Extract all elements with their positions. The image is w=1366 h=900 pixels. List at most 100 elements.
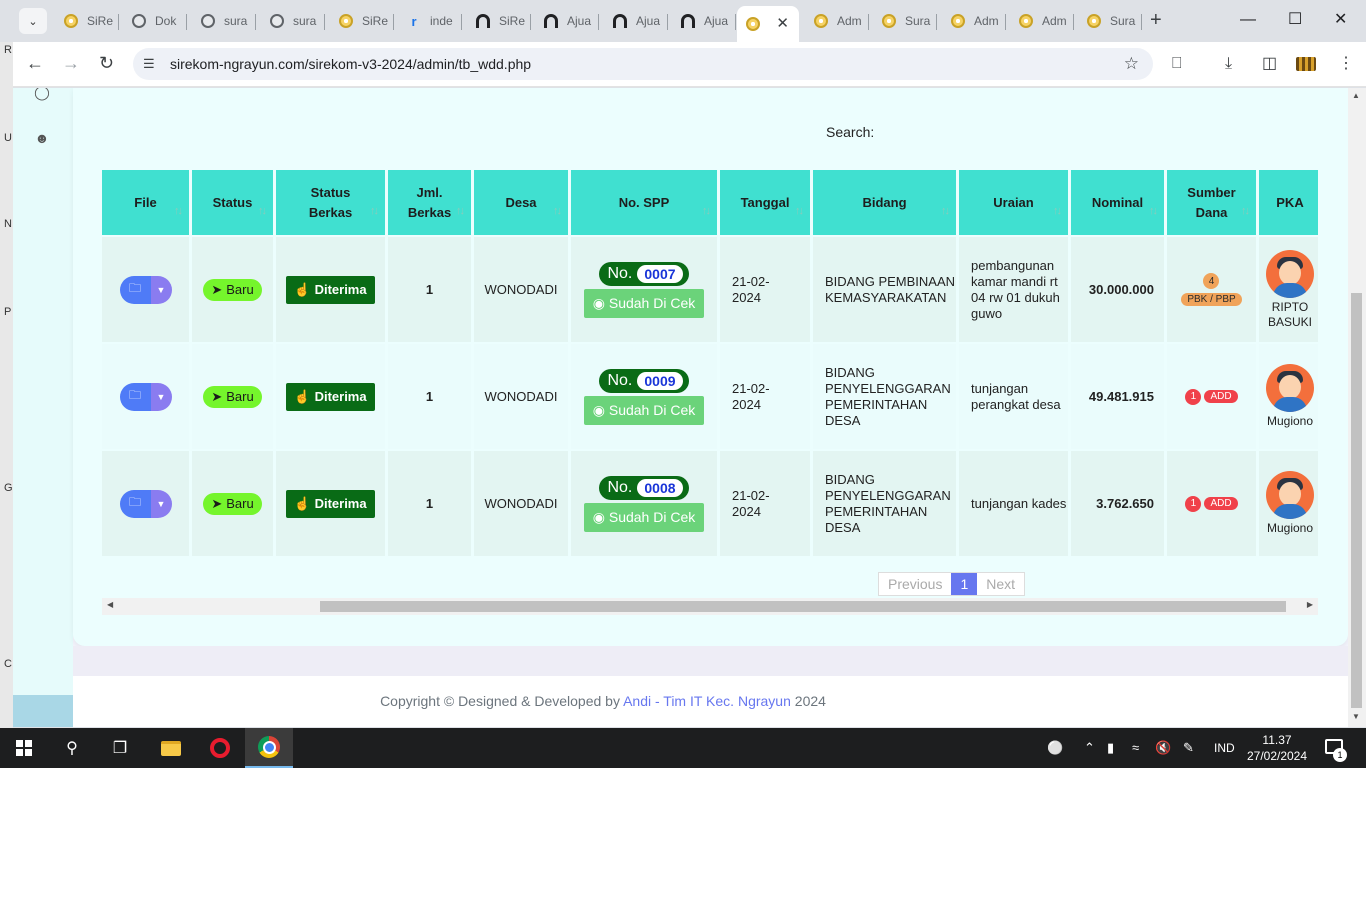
developer-link[interactable]: Andi - Tim IT Kec. Ngrayun	[623, 693, 791, 709]
sort-arrows-icon[interactable]: ↑↓	[795, 201, 804, 221]
spp-number-badge[interactable]: No. 0008	[599, 475, 689, 500]
sort-arrows-icon[interactable]: ↑↓	[1241, 201, 1250, 221]
file-action-button[interactable]: 🗀 ▼	[119, 275, 172, 304]
menu-kebab-icon[interactable]: ⋮	[1338, 54, 1354, 74]
status-berkas-button[interactable]: ☝ Diterima	[286, 275, 375, 304]
column-header[interactable]: Bidang ↑↓	[813, 170, 956, 235]
column-header[interactable]: Nominal ↑↓	[1071, 170, 1164, 235]
column-header[interactable]: PKA	[1259, 170, 1318, 235]
browser-tab[interactable]: r inde	[398, 6, 462, 36]
side-panel-icon[interactable]: ◫	[1262, 54, 1277, 74]
column-header[interactable]: No. SPP ↑↓	[571, 170, 717, 235]
column-header[interactable]: Jml. Berkas ↑↓	[388, 170, 471, 235]
pagination-page-1[interactable]: 1	[951, 573, 978, 595]
browser-tab[interactable]: SiRe	[330, 6, 394, 36]
sort-arrows-icon[interactable]: ↑↓	[702, 201, 711, 221]
browser-tab[interactable]: Adm	[805, 6, 869, 36]
scroll-up-arrow-icon[interactable]: ▲	[1352, 91, 1360, 100]
pagination-next[interactable]: Next	[977, 573, 1024, 595]
spp-check-button[interactable]: ◉ Sudah Di Cek	[583, 288, 705, 318]
opera-browser-icon[interactable]	[196, 728, 244, 768]
browser-tab[interactable]: Sura	[873, 6, 937, 36]
extensions-icon[interactable]: ⎕	[1172, 54, 1182, 74]
column-header[interactable]: Uraian ↑↓	[959, 170, 1068, 235]
browser-tab[interactable]: Ajua	[535, 6, 599, 36]
column-header[interactable]: Desa ↑↓	[474, 170, 568, 235]
sort-arrows-icon[interactable]: ↑↓	[174, 201, 183, 221]
vertical-scroll-thumb[interactable]	[1351, 293, 1362, 708]
browser-tab[interactable]: sura	[261, 6, 325, 36]
sort-arrows-icon[interactable]: ↑↓	[1053, 201, 1062, 221]
sort-arrows-icon[interactable]: ↑↓	[258, 201, 267, 221]
browser-tab-active[interactable]: ✕	[737, 6, 799, 42]
browser-tab[interactable]: Dok	[123, 6, 187, 36]
browser-tab[interactable]: sura	[192, 6, 256, 36]
vertical-scrollbar[interactable]: ▲ ▼	[1348, 88, 1366, 727]
browser-tab[interactable]: SiRe	[55, 6, 119, 36]
spp-check-button[interactable]: ◉ Sudah Di Cek	[583, 502, 705, 532]
minimize-button[interactable]: —	[1240, 10, 1256, 30]
browser-tab[interactable]: Sura	[1078, 6, 1142, 36]
start-button[interactable]	[0, 728, 48, 768]
sort-arrows-icon[interactable]: ↑↓	[941, 201, 950, 221]
column-header[interactable]: File ↑↓	[102, 170, 189, 235]
task-view-icon[interactable]: ❐	[96, 728, 144, 768]
people-icon[interactable]: ⚪	[1047, 740, 1063, 756]
caret-down-icon[interactable]: ▼	[151, 499, 172, 509]
scroll-left-arrow-icon[interactable]: ◀	[107, 600, 113, 609]
search-icon[interactable]: ⚲	[48, 728, 96, 768]
language-indicator[interactable]: IND	[1214, 740, 1235, 756]
pen-icon[interactable]: ✎	[1183, 740, 1194, 756]
column-header[interactable]: Status ↑↓	[192, 170, 273, 235]
column-header[interactable]: Sumber Dana ↑↓	[1167, 170, 1256, 235]
download-icon[interactable]: ⤓	[1225, 54, 1232, 74]
horizontal-scrollbar[interactable]: ◀ ▶	[102, 598, 1318, 615]
close-tab-icon[interactable]: ✕	[776, 14, 789, 32]
spp-number-badge[interactable]: No. 0007	[599, 261, 689, 286]
scroll-down-arrow-icon[interactable]: ▼	[1352, 712, 1360, 721]
reload-button[interactable]: ↻	[99, 52, 114, 74]
site-info-icon[interactable]: ☰	[143, 56, 155, 72]
column-header[interactable]: Tanggal ↑↓	[720, 170, 810, 235]
browser-tab[interactable]: Adm	[942, 6, 1006, 36]
close-window-button[interactable]: ✕	[1334, 10, 1347, 30]
spp-number-badge[interactable]: No. 0009	[599, 368, 689, 393]
spp-check-button[interactable]: ◉ Sudah Di Cek	[583, 395, 705, 425]
address-bar[interactable]: ☰ sirekom-ngrayun.com/sirekom-v3-2024/ad…	[133, 48, 1153, 80]
browser-tab[interactable]: Ajua	[604, 6, 668, 36]
system-clock[interactable]: 11.37 27/02/2024	[1242, 732, 1312, 764]
status-berkas-button[interactable]: ☝ Diterima	[286, 489, 375, 518]
file-action-button[interactable]: 🗀 ▼	[119, 382, 172, 411]
file-action-button[interactable]: 🗀 ▼	[119, 489, 172, 518]
scroll-right-arrow-icon[interactable]: ▶	[1307, 600, 1313, 609]
back-button[interactable]: ←	[26, 52, 44, 74]
status-berkas-button[interactable]: ☝ Diterima	[286, 382, 375, 411]
browser-tab[interactable]: Adm	[1010, 6, 1074, 36]
pagination-previous[interactable]: Previous	[879, 573, 951, 595]
sort-arrows-icon[interactable]: ↑↓	[553, 201, 562, 221]
caret-down-icon[interactable]: ▼	[151, 392, 172, 402]
profile-avatar-icon[interactable]	[1296, 57, 1316, 71]
horizontal-scroll-thumb[interactable]	[320, 601, 1286, 612]
chrome-browser-icon[interactable]	[245, 728, 293, 768]
file-explorer-icon[interactable]	[147, 728, 195, 768]
user-icon[interactable]: ☻	[32, 128, 52, 148]
battery-icon[interactable]: ▮	[1107, 740, 1114, 756]
sort-arrows-icon[interactable]: ↑↓	[456, 201, 465, 221]
browser-tab[interactable]: SiRe	[467, 6, 531, 36]
forward-button[interactable]: →	[62, 52, 80, 74]
browser-tab[interactable]: Ajua	[672, 6, 736, 36]
bookmark-star-icon[interactable]: ☆	[1124, 54, 1139, 74]
sort-arrows-icon[interactable]: ↑↓	[370, 201, 379, 221]
column-header[interactable]: Status Berkas ↑↓	[276, 170, 385, 235]
wifi-icon[interactable]: ≈	[1132, 740, 1139, 756]
new-tab-button[interactable]: +	[1150, 10, 1162, 30]
sort-arrows-icon[interactable]: ↑↓	[1149, 201, 1158, 221]
lightbulb-icon[interactable]: ◯	[32, 88, 52, 102]
tray-chevron-up-icon[interactable]: ⌃	[1084, 740, 1095, 756]
maximize-button[interactable]: ☐	[1288, 10, 1302, 30]
tab-search-button[interactable]: ⌄	[19, 8, 47, 34]
caret-down-icon[interactable]: ▼	[151, 285, 172, 295]
url-text[interactable]: sirekom-ngrayun.com/sirekom-v3-2024/admi…	[170, 56, 531, 72]
volume-muted-icon[interactable]: 🔇	[1155, 740, 1171, 756]
